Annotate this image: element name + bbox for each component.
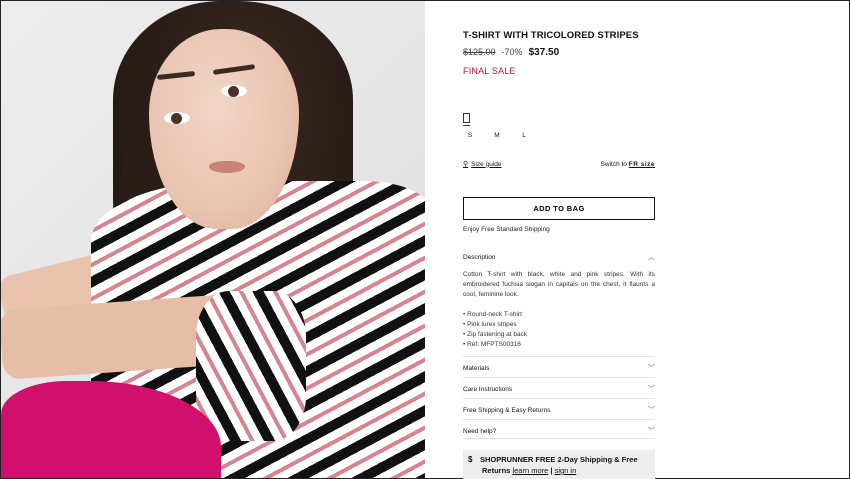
size-option-m[interactable]: M [492, 132, 502, 139]
accordion-care-instructions[interactable]: Care Instructions ﹀ [463, 377, 655, 398]
switch-prefix: Switch to [600, 160, 627, 168]
shoprunner-headline: SHOPRUNNER FREE 2-Day Shipping & Free [480, 455, 638, 464]
size-guide-link[interactable]: ⚲ Size guide [463, 160, 502, 169]
photo-sleeve [196, 291, 306, 441]
add-to-bag-button[interactable]: ADD TO BAG [463, 197, 655, 220]
shoprunner-banner: $ SHOPRUNNER FREE 2-Day Shipping & Free … [463, 450, 655, 479]
price-sale: $37.50 [528, 47, 560, 58]
bullet-item: Ref: MFPTS00316 [463, 340, 655, 350]
chevron-down-icon: ﹀ [648, 365, 655, 372]
size-option-l[interactable]: L [519, 132, 529, 139]
bullet-item: Pink lurex stripes [463, 320, 655, 330]
accordion-need-help[interactable]: Need help? ﹀ [463, 419, 655, 439]
materials-label: Materials [463, 364, 490, 372]
product-photo [1, 1, 425, 478]
size-guide-row: ⚲ Size guide Switch to FR size [463, 160, 655, 169]
care-toggle[interactable]: Care Instructions ﹀ [463, 385, 655, 394]
price-discount: -70% [501, 47, 523, 57]
accordion-shipping-returns[interactable]: Free Shipping & Easy Returns ﹀ [463, 398, 655, 419]
final-sale-label: FINAL SALE [463, 66, 516, 76]
bullet-item: Round-neck T-shirt [463, 310, 655, 320]
price-original: $125.00 [463, 47, 496, 57]
switch-fr-size-link[interactable]: FR size [629, 161, 655, 168]
size-guide-label: Size guide [471, 160, 502, 168]
shoprunner-returns: Returns [482, 466, 511, 475]
color-swatch-selected-underline [463, 125, 470, 126]
product-info: T-SHIRT WITH TRICOLORED STRIPES $125.00 … [463, 30, 655, 76]
chevron-down-icon: ﹀ [648, 428, 655, 435]
shoprunner-line2: Returns learn more | sign in [468, 465, 650, 476]
description-text: Cotton T-shirt with black, white and pin… [463, 271, 655, 298]
shoprunner-line1: $ SHOPRUNNER FREE 2-Day Shipping & Free [468, 454, 650, 465]
need-help-toggle[interactable]: Need help? ﹀ [463, 427, 655, 436]
description-section: Description ︿ Cotton T-shirt with black,… [463, 252, 655, 350]
shoprunner-separator: | [550, 466, 553, 475]
chevron-up-icon: ︿ [648, 254, 655, 261]
care-label: Care Instructions [463, 385, 513, 393]
shipping-returns-label: Free Shipping & Easy Returns [463, 406, 551, 414]
free-shipping-note: Enjoy Free Standard Shipping [463, 226, 550, 233]
shoprunner-logo-icon: $ [468, 455, 473, 464]
size-system-switch: Switch to FR size [601, 161, 655, 168]
price-row: $125.00 -70% $37.50 [463, 47, 655, 58]
shipping-returns-toggle[interactable]: Free Shipping & Easy Returns ﹀ [463, 406, 655, 415]
shoprunner-learn-more-link[interactable]: learn more [512, 466, 548, 475]
materials-toggle[interactable]: Materials ﹀ [463, 364, 655, 373]
product-title: T-SHIRT WITH TRICOLORED STRIPES [463, 30, 639, 41]
photo-face [149, 29, 299, 229]
shoprunner-sign-in-link[interactable]: sign in [555, 466, 577, 475]
accordion-materials[interactable]: Materials ﹀ [463, 356, 655, 377]
description-toggle[interactable]: Description ︿ [463, 252, 655, 262]
size-selector: S M L [465, 132, 529, 139]
need-help-label: Need help? [463, 427, 497, 435]
bullet-item: Zip fastening at back [463, 330, 655, 340]
hanger-icon: ⚲ [463, 161, 469, 168]
chevron-down-icon: ﹀ [648, 386, 655, 393]
photo-eye-right [221, 85, 247, 97]
size-option-s[interactable]: S [465, 132, 475, 139]
description-heading: Description [463, 253, 496, 261]
photo-eye-left [164, 112, 190, 124]
color-swatch[interactable] [463, 113, 470, 123]
description-bullets: Round-neck T-shirt Pink lurex stripes Zi… [463, 310, 655, 350]
photo-lips [209, 161, 245, 173]
chevron-down-icon: ﹀ [648, 407, 655, 414]
